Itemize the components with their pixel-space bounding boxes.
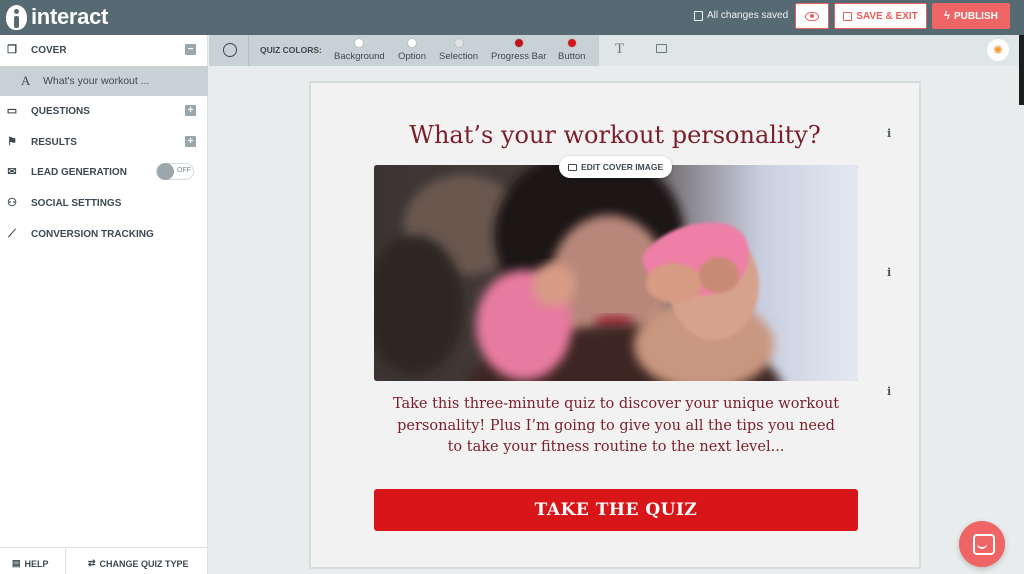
- swap-icon: ⇄: [88, 558, 96, 568]
- swatch-button[interactable]: Button: [558, 38, 585, 62]
- comment-icon: ▭: [6, 105, 18, 117]
- sidebar-footer: ▤ HELP ⇄ CHANGE QUIZ TYPE: [0, 547, 208, 574]
- take-quiz-label: TAKE THE QUIZ: [534, 500, 698, 520]
- sidebar-item-label: RESULTS: [31, 136, 77, 148]
- toggle-knob: [157, 163, 174, 180]
- image-icon: [568, 163, 577, 171]
- eye-icon: [805, 11, 819, 21]
- editor-toolbar: QUIZ COLORS: Background Option Selection…: [209, 35, 1024, 66]
- description-info-icon[interactable]: i: [887, 385, 891, 398]
- sidebar-item-label: LEAD GENERATION: [31, 166, 127, 178]
- swatch-label: Option: [398, 51, 426, 62]
- publish-button[interactable]: ϟ PUBLISH: [932, 3, 1010, 29]
- swatch-dot: [407, 38, 417, 48]
- toolbar-divider: [248, 35, 249, 66]
- help-icon: ▤: [12, 558, 21, 568]
- toggle-state: OFF: [177, 167, 191, 174]
- swatch-background[interactable]: Background: [334, 38, 385, 62]
- quiz-title[interactable]: What’s your workout personality?: [311, 121, 919, 149]
- quiz-description[interactable]: Take this three-minute quiz to discover …: [391, 394, 841, 459]
- sidebar-item-label: SOCIAL SETTINGS: [31, 197, 122, 209]
- sidebar-subitem-cover-title[interactable]: A What's your workout ...: [0, 66, 208, 96]
- swatch-label: Button: [558, 51, 586, 62]
- chart-line-icon: ⟋: [8, 228, 16, 240]
- swatch-selection[interactable]: Selection: [439, 38, 478, 62]
- help-link[interactable]: ▤ HELP: [12, 558, 49, 569]
- sidebar-item-conversion-tracking[interactable]: ⟋ CONVERSION TRACKING: [0, 219, 208, 249]
- add-question-icon[interactable]: +: [185, 105, 196, 116]
- palette-icon[interactable]: [223, 43, 237, 57]
- swatch-label: Selection: [439, 51, 479, 62]
- publish-label: PUBLISH: [953, 10, 998, 22]
- cover-image[interactable]: [374, 165, 858, 381]
- image-info-icon[interactable]: i: [887, 266, 891, 279]
- sidebar-item-lead-generation[interactable]: ✉ LEAD GENERATION OFF: [0, 157, 208, 187]
- help-label: HELP: [24, 558, 49, 569]
- swatch-dot: [513, 38, 524, 48]
- sidebar-item-label: COVER: [31, 44, 67, 56]
- flag-icon: ⚑: [7, 136, 17, 148]
- take-quiz-button[interactable]: TAKE THE QUIZ: [374, 489, 858, 531]
- save-exit-label: SAVE & EXIT: [856, 10, 918, 22]
- sidebar-item-questions[interactable]: ▭ QUESTIONS +: [0, 96, 208, 126]
- save-icon: [843, 11, 853, 21]
- preview-button[interactable]: [795, 3, 829, 29]
- quiz-colors-label: QUIZ COLORS:: [260, 45, 322, 55]
- logo[interactable]: interact: [6, 4, 108, 30]
- quiz-title-text: What’s your workout personality?: [409, 121, 821, 149]
- swatch-dot: [566, 38, 577, 48]
- edit-cover-image-label: EDIT COVER IMAGE: [581, 162, 664, 172]
- save-status: All changes saved: [694, 10, 788, 21]
- save-status-text: All changes saved: [707, 10, 789, 21]
- save-exit-button[interactable]: SAVE & EXIT: [834, 3, 927, 29]
- sidebar: ❐ COVER − A What's your workout ... ▭ QU…: [0, 35, 208, 574]
- scrollbar[interactable]: [1019, 35, 1024, 105]
- swatch-dot: [354, 38, 365, 48]
- title-info-icon[interactable]: i: [887, 127, 891, 140]
- logo-text: interact: [31, 4, 109, 29]
- sidebar-item-label: CONVERSION TRACKING: [31, 228, 154, 240]
- image-icon[interactable]: [656, 44, 667, 53]
- swatch-progress-bar[interactable]: Progress Bar: [491, 38, 546, 62]
- quiz-colors-panel: QUIZ COLORS: Background Option Selection…: [209, 35, 599, 66]
- swatch-dot: [453, 38, 464, 48]
- sidebar-item-results[interactable]: ⚑ RESULTS +: [0, 127, 208, 157]
- bolt-icon: ϟ: [944, 10, 950, 22]
- text-icon: A: [21, 73, 31, 88]
- quiz-cover-card: What’s your workout personality? i EDIT …: [309, 81, 921, 569]
- lead-generation-toggle[interactable]: OFF: [156, 163, 194, 180]
- users-icon: ⚇: [7, 197, 17, 209]
- boxer-photo: [374, 165, 858, 381]
- lightbulb-icon[interactable]: ✺: [987, 39, 1009, 61]
- edit-cover-image-button[interactable]: EDIT COVER IMAGE: [559, 156, 673, 178]
- footer-divider: [65, 548, 66, 574]
- swatch-label: Background: [334, 51, 385, 62]
- change-quiz-type-link[interactable]: ⇄ CHANGE QUIZ TYPE: [88, 558, 189, 569]
- copy-icon: ❐: [7, 44, 17, 56]
- change-quiz-type-label: CHANGE QUIZ TYPE: [99, 558, 189, 569]
- swatch-option[interactable]: Option: [398, 38, 426, 62]
- sidebar-item-cover[interactable]: ❐ COVER −: [0, 35, 208, 65]
- collapse-icon[interactable]: −: [185, 44, 196, 55]
- chat-launcher-icon[interactable]: [959, 521, 1005, 567]
- top-bar: interact All changes saved SAVE & EXIT ϟ…: [0, 0, 1024, 35]
- swatch-label: Progress Bar: [491, 51, 547, 62]
- add-result-icon[interactable]: +: [185, 136, 196, 147]
- sidebar-item-label: QUESTIONS: [31, 105, 90, 117]
- sidebar-subitem-label: What's your workout ...: [43, 75, 150, 87]
- sidebar-item-social-settings[interactable]: ⚇ SOCIAL SETTINGS: [0, 188, 208, 218]
- mail-icon: ✉: [7, 166, 17, 178]
- text-style-icon[interactable]: T: [615, 41, 624, 58]
- save-status-icon: [694, 10, 703, 21]
- interact-logo-icon: [6, 4, 27, 30]
